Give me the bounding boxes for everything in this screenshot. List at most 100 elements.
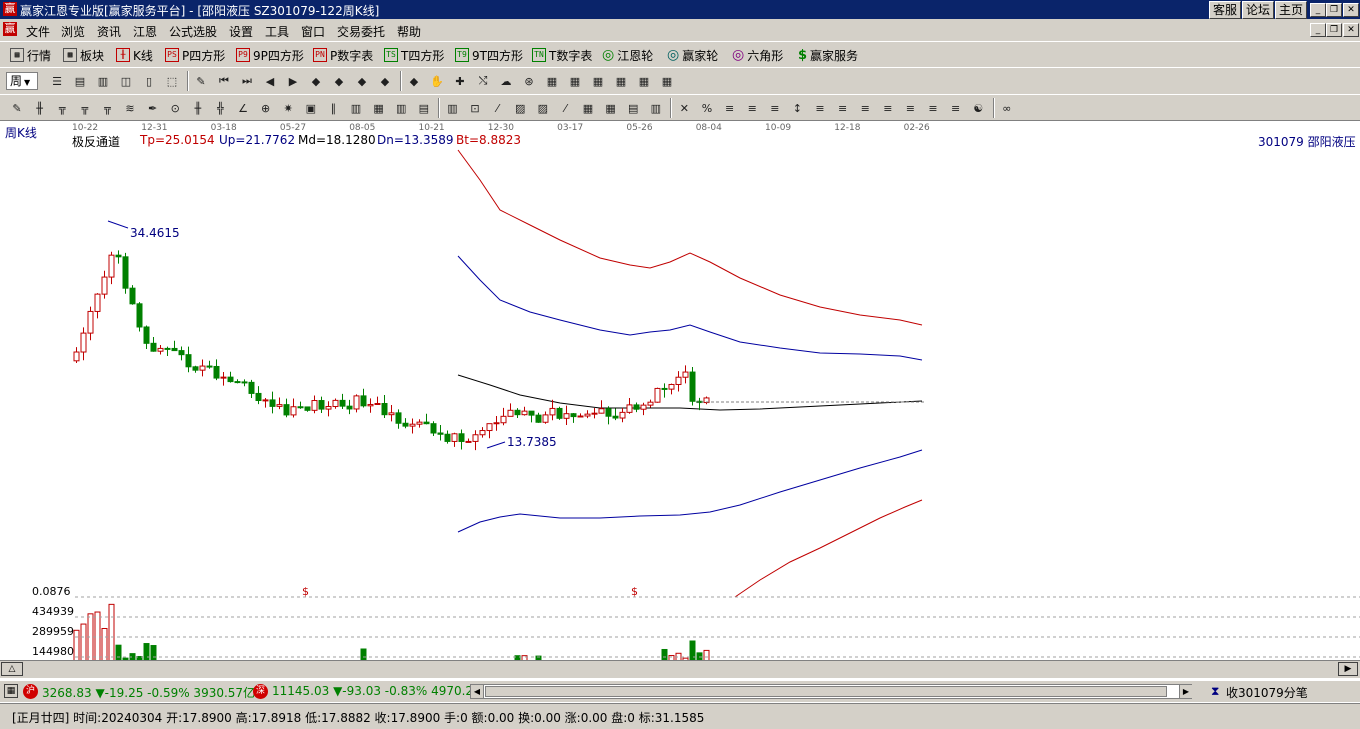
tool-icon[interactable]: ▯: [140, 72, 158, 90]
menu-settings[interactable]: 设置: [229, 23, 253, 40]
scroll-left-icon[interactable]: ◀: [471, 685, 484, 698]
tool-icon[interactable]: ≋: [121, 99, 139, 117]
tool-icon[interactable]: ≡: [856, 99, 874, 117]
tool-icon[interactable]: ☰: [48, 72, 66, 90]
tool-icon[interactable]: ∥: [324, 99, 342, 117]
tool-icon[interactable]: ▦: [602, 99, 620, 117]
tool-icon[interactable]: ▥: [392, 99, 410, 117]
tool-icon[interactable]: ◆: [307, 72, 325, 90]
tool-icon[interactable]: ≡: [811, 99, 829, 117]
tool-icon[interactable]: ▦: [543, 72, 561, 90]
close-button[interactable]: ✕: [1343, 3, 1359, 17]
tool-icon[interactable]: ▦: [612, 72, 630, 90]
tool-icon[interactable]: ✎: [8, 99, 26, 117]
tool-icon[interactable]: ▥: [347, 99, 365, 117]
tool-icon[interactable]: ◆: [330, 72, 348, 90]
tool-icon[interactable]: ▦: [589, 72, 607, 90]
menu-window[interactable]: 窗口: [301, 23, 325, 40]
tool-icon[interactable]: ≡: [947, 99, 965, 117]
tool-icon[interactable]: ✕: [675, 99, 693, 117]
menu-browse[interactable]: 浏览: [61, 23, 85, 40]
ticks-button[interactable]: 收301079分笔: [1226, 684, 1308, 701]
tool-icon[interactable]: ✎: [192, 72, 210, 90]
tb-kline-button[interactable]: ╫ K线: [116, 46, 153, 64]
tool-icon[interactable]: ╦: [53, 99, 71, 117]
tool-icon[interactable]: ◆: [376, 72, 394, 90]
tool-icon[interactable]: ▣: [302, 99, 320, 117]
tool-icon[interactable]: ✒: [144, 99, 162, 117]
tool-icon[interactable]: ✚: [451, 72, 469, 90]
tool-icon[interactable]: ╬: [211, 99, 229, 117]
kline-chart[interactable]: 10-22 12-31 03-18 05-27 08-05 10-21 12-30 03-17…: [0, 120, 1360, 680]
tool-icon[interactable]: ☁: [497, 72, 515, 90]
tool-icon[interactable]: ▨: [534, 99, 552, 117]
tool-icon[interactable]: ▤: [624, 99, 642, 117]
tool-icon[interactable]: ∞: [998, 99, 1016, 117]
tool-icon[interactable]: ∠: [234, 99, 252, 117]
tool-icon[interactable]: ≡: [766, 99, 784, 117]
menu-news[interactable]: 资讯: [97, 23, 121, 40]
tool-icon[interactable]: ╦: [76, 99, 94, 117]
tb-winner-service-button[interactable]: $ 赢家服务: [798, 46, 858, 64]
tool-icon[interactable]: ⁄: [556, 99, 574, 117]
tb-9p-square-button[interactable]: P9 9P四方形: [236, 46, 304, 64]
status-scroll-track[interactable]: ◀ ▶: [470, 684, 1192, 699]
minimize-button[interactable]: _: [1310, 3, 1326, 17]
tool-icon[interactable]: ⤭: [474, 72, 492, 90]
tool-icon[interactable]: ▦: [370, 99, 388, 117]
tool-icon[interactable]: ▶: [284, 72, 302, 90]
tool-icon[interactable]: ╦: [98, 99, 116, 117]
tool-icon[interactable]: ▨: [511, 99, 529, 117]
tb-gann-wheel-button[interactable]: ◎ 江恩轮: [602, 46, 653, 64]
doc-restore-button[interactable]: ❐: [1326, 23, 1342, 37]
tool-icon[interactable]: ≡: [879, 99, 897, 117]
sh-index-badge[interactable]: 沪: [23, 684, 38, 699]
menu-gann[interactable]: 江恩: [133, 23, 157, 40]
doc-close-button[interactable]: ✕: [1343, 23, 1359, 37]
sz-index-badge[interactable]: 深: [253, 684, 268, 699]
tool-icon[interactable]: ▦: [566, 72, 584, 90]
tb-winner-wheel-button[interactable]: ◎ 赢家轮: [667, 46, 718, 64]
tool-icon[interactable]: ≡: [901, 99, 919, 117]
tool-icon[interactable]: ▤: [415, 99, 433, 117]
tb-9t-square-button[interactable]: T9 9T四方形: [455, 46, 523, 64]
forum-link[interactable]: 论坛: [1242, 1, 1275, 19]
tool-icon[interactable]: ⁄: [489, 99, 507, 117]
tool-icon[interactable]: ╫: [31, 99, 49, 117]
tool-icon[interactable]: ⊙: [166, 99, 184, 117]
tool-icon[interactable]: ▦: [658, 72, 676, 90]
doc-minimize-button[interactable]: _: [1310, 23, 1326, 37]
restore-button[interactable]: ❐: [1326, 3, 1342, 17]
tool-icon[interactable]: ≡: [924, 99, 942, 117]
tool-icon[interactable]: ▦: [635, 72, 653, 90]
scroll-right-icon[interactable]: ▶: [1179, 685, 1192, 698]
scroll-thumb[interactable]: [485, 686, 1167, 697]
tool-icon[interactable]: ▥: [443, 99, 461, 117]
tb-p-table-button[interactable]: PN P数字表: [313, 46, 373, 64]
scroll-up-arrow-icon[interactable]: △: [1, 662, 23, 676]
tool-icon[interactable]: ◀: [261, 72, 279, 90]
tb-t-square-button[interactable]: TS T四方形: [384, 46, 444, 64]
tool-icon[interactable]: ╫: [189, 99, 207, 117]
tool-icon[interactable]: ▥: [94, 72, 112, 90]
tool-icon[interactable]: ◆: [353, 72, 371, 90]
customer-service-link[interactable]: 客服: [1209, 1, 1242, 19]
menu-file[interactable]: 文件: [26, 23, 50, 40]
tool-icon[interactable]: ⊕: [257, 99, 275, 117]
tb-t-table-button[interactable]: TN T数字表: [532, 46, 592, 64]
tool-icon[interactable]: ◆: [405, 72, 423, 90]
chart-scrollbar[interactable]: △ ▶: [0, 660, 1360, 678]
tb-p-square-button[interactable]: PS P四方形: [165, 46, 225, 64]
tool-icon[interactable]: ▥: [647, 99, 665, 117]
homepage-link[interactable]: 主页: [1275, 1, 1308, 19]
tool-icon[interactable]: ≡: [721, 99, 739, 117]
tool-icon[interactable]: ◫: [117, 72, 135, 90]
tool-icon[interactable]: ✋: [428, 72, 446, 90]
tool-icon[interactable]: ⏮: [215, 72, 233, 90]
scroll-right-arrow-icon[interactable]: ▶: [1338, 662, 1358, 676]
tb-sector-button[interactable]: ▩ 板块: [63, 46, 104, 64]
menu-tools[interactable]: 工具: [265, 23, 289, 40]
tool-icon[interactable]: ☯: [969, 99, 987, 117]
tool-icon[interactable]: %: [698, 99, 716, 117]
tb-hexagon-button[interactable]: ◎ 六角形: [732, 46, 783, 64]
